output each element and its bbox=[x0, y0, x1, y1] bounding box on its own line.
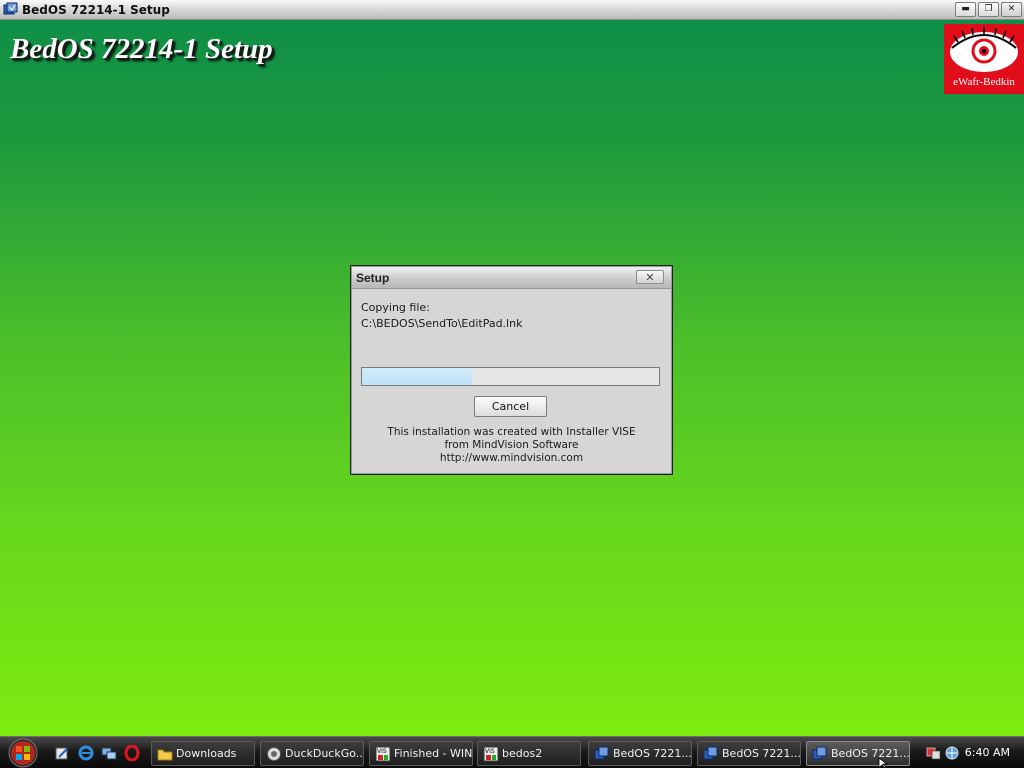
dialog-titlebar[interactable]: Setup ✕ bbox=[352, 267, 671, 289]
dialog-close-button[interactable]: ✕ bbox=[636, 270, 664, 284]
setup-app-icon bbox=[3, 2, 18, 15]
network-icon[interactable] bbox=[101, 745, 117, 761]
duck-icon bbox=[267, 747, 281, 761]
taskbar-button[interactable]: VIS bedos2 bbox=[477, 741, 581, 766]
svg-text:VIS: VIS bbox=[377, 748, 387, 755]
taskbar-button-label: bedos2 bbox=[502, 747, 543, 760]
progress-fill bbox=[362, 368, 472, 385]
setup-icon bbox=[594, 746, 609, 760]
window-controls: ▬ ❐ ✕ bbox=[955, 2, 1022, 17]
taskbar-button-label: Downloads bbox=[176, 747, 237, 760]
minimize-button[interactable]: ▬ bbox=[955, 2, 976, 17]
progress-bar bbox=[361, 367, 660, 386]
cancel-button[interactable]: Cancel bbox=[474, 396, 547, 417]
taskbar-button-label: BedOS 7221... bbox=[831, 747, 910, 760]
svg-text:VIS: VIS bbox=[485, 748, 495, 755]
clock[interactable]: 6:40 AM bbox=[965, 746, 1010, 759]
edit-icon[interactable] bbox=[54, 745, 70, 761]
tray-app-icon[interactable] bbox=[926, 745, 942, 761]
taskbar-button[interactable]: BedOS 7221... bbox=[588, 741, 692, 766]
restore-button[interactable]: ❐ bbox=[978, 2, 999, 17]
ie-icon[interactable] bbox=[78, 745, 94, 761]
taskbar-button[interactable]: VIS Finished - WIN bbox=[369, 741, 473, 766]
taskbar-button-label: BedOS 7221... bbox=[613, 747, 692, 760]
credits-line: This installation was created with Insta… bbox=[387, 426, 636, 438]
start-button[interactable] bbox=[3, 738, 43, 768]
setup-icon bbox=[812, 746, 827, 760]
taskbar-button-label: BedOS 7221... bbox=[722, 747, 801, 760]
setup-heading: BedOS 72214-1 Setup bbox=[10, 33, 273, 65]
file-path: C:\BEDOS\SendTo\EditPad.lnk bbox=[361, 317, 523, 330]
credits-line: from MindVision Software bbox=[444, 439, 579, 451]
window-title: BedOS 72214-1 Setup bbox=[22, 3, 170, 17]
setup-icon bbox=[703, 746, 718, 760]
taskbar: Downloads DuckDuckGo... VIS Finished - WIN V… bbox=[0, 736, 1024, 768]
copying-label: Copying file: bbox=[361, 301, 430, 314]
window-titlebar[interactable]: BedOS 72214-1 Setup ▬ ❐ ✕ bbox=[0, 0, 1024, 20]
taskbar-button-label: Finished - WIN bbox=[394, 747, 473, 760]
taskbar-button[interactable]: BedOS 7221... bbox=[806, 741, 910, 766]
installer-credits: This installation was created with Insta… bbox=[351, 426, 672, 465]
ewafr-logo: eWafr-Bedkin bbox=[944, 24, 1024, 94]
setup-dialog: Setup ✕ Copying file: C:\BEDOS\SendTo\Ed… bbox=[350, 265, 673, 475]
dialog-title: Setup bbox=[356, 271, 390, 285]
opera-icon[interactable] bbox=[124, 745, 140, 761]
mouse-cursor-icon bbox=[878, 758, 889, 768]
taskbar-button[interactable]: DuckDuckGo... bbox=[260, 741, 364, 766]
vise-icon: VIS bbox=[483, 746, 499, 762]
eye-logo-icon bbox=[950, 27, 1018, 72]
logo-text: eWafr-Bedkin bbox=[953, 76, 1015, 88]
folder-icon bbox=[157, 749, 173, 761]
taskbar-button[interactable]: Downloads bbox=[151, 741, 255, 766]
close-button[interactable]: ✕ bbox=[1001, 2, 1022, 17]
vise-icon: VIS bbox=[375, 746, 391, 762]
system-tray: 6:40 AM bbox=[918, 740, 1022, 767]
taskbar-button[interactable]: BedOS 7221... bbox=[697, 741, 801, 766]
taskbar-button-label: DuckDuckGo... bbox=[285, 747, 364, 760]
network-tray-icon[interactable] bbox=[944, 745, 960, 761]
credits-url: http://www.mindvision.com bbox=[439, 452, 584, 464]
